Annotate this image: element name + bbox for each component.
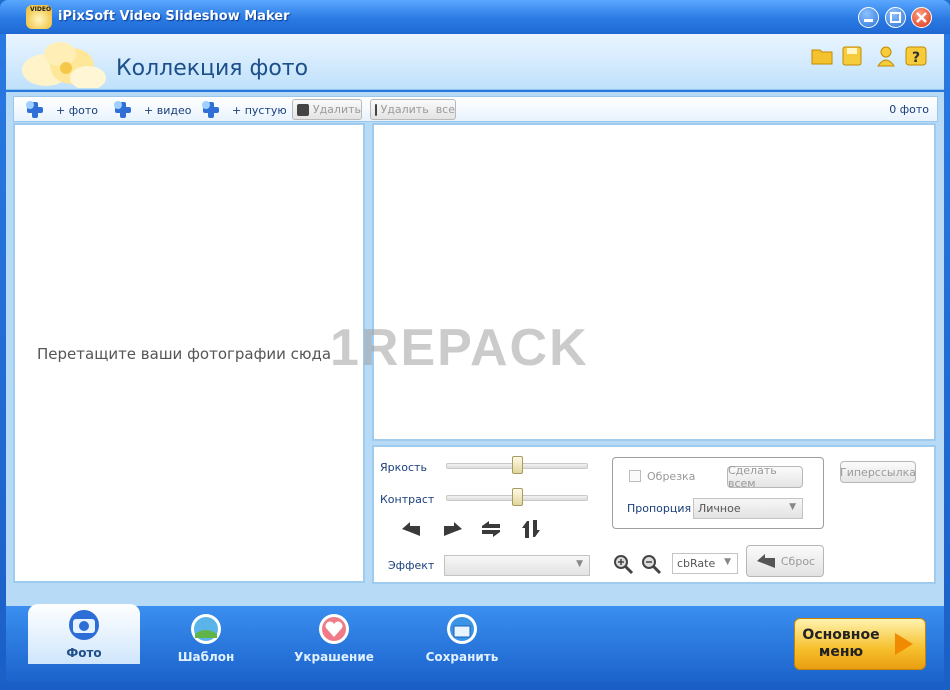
- save-icon[interactable]: [840, 44, 864, 68]
- svg-text:?: ?: [912, 50, 920, 66]
- camera-icon: [69, 610, 99, 640]
- header: Коллекция фото ?: [6, 34, 944, 90]
- photo-count: 0 фото: [889, 103, 929, 116]
- reset-icon: [756, 554, 775, 568]
- app-logo-icon: VIDEO: [26, 5, 52, 29]
- main-menu-label: Основное меню: [802, 627, 880, 660]
- brightness-label: Яркость: [380, 461, 427, 474]
- effect-select[interactable]: ▼: [444, 555, 590, 576]
- add-plus-icon: [202, 101, 220, 119]
- chevron-down-icon: ▼: [789, 502, 796, 512]
- delete-all-label: Удалить все: [380, 103, 455, 116]
- app-window: VIDEO iPixSoft Video Slideshow Maker Кол…: [0, 0, 950, 690]
- effect-label: Эффект: [388, 559, 435, 572]
- help-icon[interactable]: ?: [904, 44, 928, 68]
- tab-save[interactable]: Сохранить: [412, 608, 512, 668]
- crop-label: Обрезка: [647, 470, 696, 483]
- rotate-right-icon[interactable]: [442, 519, 464, 539]
- delete-label: Удалить: [312, 103, 361, 116]
- add-video-label: + видео: [144, 103, 192, 117]
- rate-select[interactable]: cbRate ▼: [672, 553, 738, 574]
- maximize-button[interactable]: [885, 7, 906, 28]
- chevron-down-icon: ▼: [724, 557, 731, 567]
- watermark-text: 1REPACK: [330, 319, 589, 377]
- zoom-out-icon[interactable]: [640, 553, 662, 575]
- minimize-button[interactable]: [858, 7, 879, 28]
- delete-all-icon: [375, 103, 377, 116]
- add-plus-icon: [26, 101, 44, 119]
- contrast-slider-thumb[interactable]: [511, 488, 523, 506]
- add-photo-label: + фото: [56, 103, 98, 117]
- title-bar[interactable]: VIDEO iPixSoft Video Slideshow Maker: [0, 0, 950, 34]
- tab-photo-label: Фото: [66, 646, 102, 660]
- photo-list-panel[interactable]: Перетащите ваши фотографии сюда: [13, 123, 365, 583]
- rate-value: cbRate: [677, 557, 716, 570]
- maximize-icon: [890, 12, 901, 23]
- delete-icon: [297, 103, 309, 116]
- ratio-label: Пропорция: [627, 502, 692, 515]
- window-title: iPixSoft Video Slideshow Maker: [58, 9, 290, 24]
- reset-button[interactable]: Сброс: [746, 545, 824, 577]
- heart-icon: [319, 614, 349, 644]
- ratio-value: Личное: [698, 502, 741, 515]
- photo-toolbar: + фото + видео + пустую Удалить Удалить …: [13, 96, 938, 122]
- contrast-label: Контраст: [380, 493, 435, 506]
- main-menu-button[interactable]: Основное меню: [794, 618, 926, 670]
- tab-save-label: Сохранить: [425, 650, 499, 664]
- ratio-select[interactable]: Личное ▼: [693, 498, 803, 519]
- preview-panel: [372, 123, 936, 441]
- zoom-in-icon[interactable]: [612, 553, 634, 575]
- flip-vertical-icon[interactable]: [520, 519, 542, 539]
- tab-decoration-label: Украшение: [294, 650, 374, 664]
- hyperlink-button[interactable]: Гиперссылка: [840, 461, 916, 483]
- template-icon: [191, 614, 221, 644]
- page-title: Коллекция фото: [116, 56, 309, 81]
- reset-label: Сброс: [780, 554, 816, 568]
- add-video-button[interactable]: + видео: [114, 100, 191, 120]
- minimize-icon: [864, 19, 873, 22]
- crop-group: Обрезка Сделать всем Пропорция Личное ▼: [612, 457, 824, 529]
- close-icon: [916, 12, 927, 23]
- add-blank-label: + пустую: [232, 103, 287, 117]
- user-icon[interactable]: [874, 44, 898, 68]
- tab-decoration[interactable]: Украшение: [284, 608, 384, 668]
- add-photo-button[interactable]: + фото: [26, 100, 98, 120]
- tab-template-label: Шаблон: [177, 650, 235, 664]
- tab-photo[interactable]: Фото: [28, 604, 140, 664]
- app-logo-text: VIDEO: [30, 6, 52, 13]
- crop-checkbox[interactable]: [629, 470, 641, 482]
- delete-all-button[interactable]: Удалить все: [370, 99, 456, 120]
- flower-logo-icon: [22, 42, 106, 88]
- chevron-down-icon: ▼: [576, 559, 583, 569]
- brightness-slider-thumb[interactable]: [511, 456, 523, 474]
- add-blank-button[interactable]: + пустую: [202, 100, 287, 120]
- rotate-left-icon[interactable]: [400, 519, 422, 539]
- bottom-nav: Фото Шаблон Украшение Сохранить Основное…: [6, 604, 944, 682]
- apply-all-button[interactable]: Сделать всем: [727, 464, 803, 490]
- close-button[interactable]: [911, 7, 932, 28]
- play-arrow-icon: [895, 633, 913, 655]
- folder-icon[interactable]: [810, 44, 834, 68]
- add-plus-icon: [114, 101, 132, 119]
- globe-save-icon: [447, 614, 477, 644]
- drop-hint: Перетащите ваши фотографии сюда: [37, 345, 332, 363]
- flip-horizontal-icon[interactable]: [480, 519, 502, 539]
- edit-panel: Яркость Контраст Эффект ▼ Обрезка Сделат…: [372, 445, 936, 584]
- delete-button[interactable]: Удалить: [292, 99, 362, 120]
- tab-template[interactable]: Шаблон: [156, 608, 256, 668]
